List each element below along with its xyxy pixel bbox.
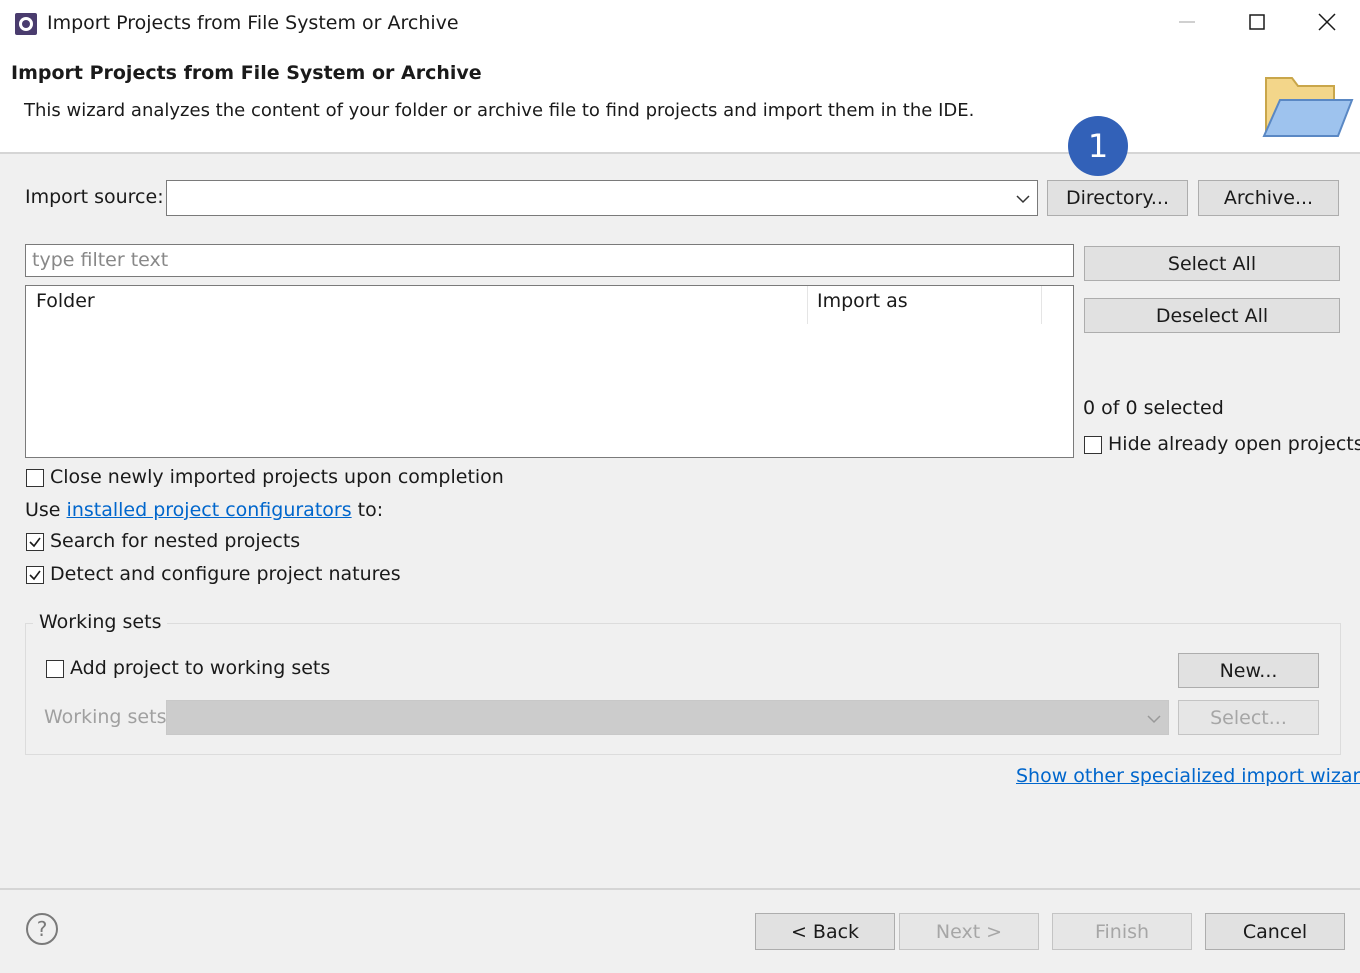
detect-natures-label[interactable]: Detect and configure project natures	[50, 563, 401, 585]
working-sets-group	[25, 623, 1341, 755]
wizard-title: Import Projects from File System or Arch…	[11, 62, 482, 84]
specialized-wizards-link[interactable]: Show other specialized import wizards	[1016, 765, 1360, 787]
footer-divider	[0, 888, 1360, 890]
close-imported-checkbox[interactable]	[26, 469, 44, 487]
wizard-description: This wizard analyzes the content of your…	[24, 100, 975, 121]
deselect-all-button[interactable]: Deselect All	[1084, 298, 1340, 333]
import-source-combo[interactable]	[166, 180, 1038, 216]
search-nested-label[interactable]: Search for nested projects	[50, 530, 300, 552]
hide-open-label[interactable]: Hide already open projects	[1108, 433, 1360, 455]
working-sets-combo[interactable]	[166, 700, 1169, 735]
maximize-button[interactable]	[1222, 0, 1292, 48]
archive-button[interactable]: Archive...	[1198, 180, 1339, 216]
column-divider	[807, 286, 808, 324]
installed-configurators-link[interactable]: installed project configurators	[67, 499, 352, 521]
hide-open-checkbox[interactable]	[1084, 436, 1102, 454]
select-working-sets-button[interactable]: Select...	[1178, 700, 1319, 735]
working-sets-label: Working sets:	[44, 706, 173, 728]
chevron-down-icon	[1146, 710, 1162, 726]
configurators-line: Use installed project configurators to:	[25, 499, 383, 521]
help-button[interactable]: ?	[26, 913, 58, 945]
selection-count: 0 of 0 selected	[1083, 397, 1224, 419]
checkmark-icon	[29, 537, 41, 548]
search-nested-checkbox[interactable]	[26, 533, 44, 551]
close-icon	[1318, 12, 1336, 36]
add-to-working-sets-checkbox[interactable]	[46, 660, 64, 678]
filter-input[interactable]: type filter text	[25, 244, 1074, 277]
window-title: Import Projects from File System or Arch…	[47, 12, 459, 34]
add-to-working-sets-label[interactable]: Add project to working sets	[70, 657, 330, 679]
use-suffix: to:	[357, 499, 384, 521]
column-divider	[1041, 286, 1042, 324]
column-header-folder[interactable]: Folder	[36, 290, 95, 312]
next-button[interactable]: Next >	[899, 913, 1039, 950]
checkmark-icon	[29, 570, 41, 581]
maximize-icon	[1249, 13, 1265, 35]
finish-button[interactable]: Finish	[1052, 913, 1192, 950]
use-prefix: Use	[25, 499, 61, 521]
step-badge: 1	[1068, 116, 1128, 176]
chevron-down-icon	[1015, 190, 1031, 206]
help-icon: ?	[36, 917, 48, 941]
working-sets-group-title: Working sets	[33, 611, 168, 633]
close-window-button[interactable]	[1292, 0, 1360, 48]
eclipse-icon	[14, 12, 38, 36]
close-imported-label[interactable]: Close newly imported projects upon compl…	[50, 466, 504, 488]
cancel-button[interactable]: Cancel	[1205, 913, 1345, 950]
select-all-button[interactable]: Select All	[1084, 246, 1340, 281]
column-header-import-as[interactable]: Import as	[817, 290, 908, 312]
folder-icon	[1254, 66, 1354, 146]
projects-table[interactable]: Folder Import as	[25, 285, 1074, 458]
directory-button[interactable]: Directory...	[1047, 180, 1188, 216]
import-source-label: Import source:	[25, 186, 164, 208]
new-working-set-button[interactable]: New...	[1178, 653, 1319, 688]
detect-natures-checkbox[interactable]	[26, 566, 44, 584]
minimize-icon	[1179, 13, 1195, 35]
minimize-button[interactable]	[1152, 0, 1222, 48]
back-button[interactable]: < Back	[755, 913, 895, 950]
